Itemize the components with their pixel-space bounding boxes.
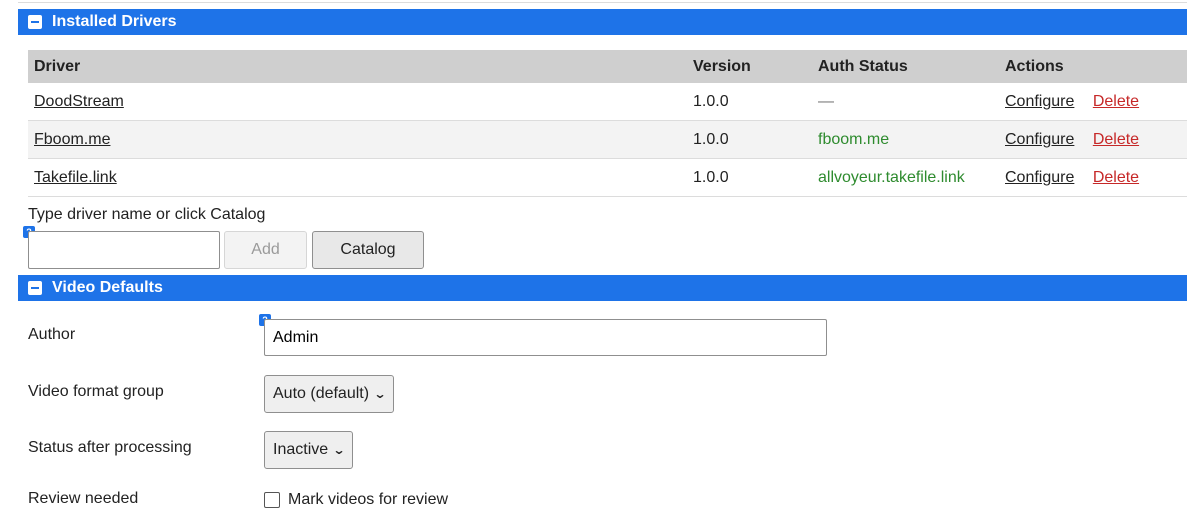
configure-link[interactable]: Configure <box>1005 169 1074 186</box>
collapse-icon[interactable] <box>28 15 42 29</box>
review-checkbox[interactable] <box>264 492 280 508</box>
auth-status: fboom.me <box>812 120 999 159</box>
configure-link[interactable]: Configure <box>1005 93 1074 110</box>
status-label: Status after processing <box>28 439 192 456</box>
video-defaults-title: Video Defaults <box>52 279 163 296</box>
table-header-row: Driver Version Auth Status Actions <box>28 50 1187 83</box>
column-header-auth-status: Auth Status <box>812 50 999 83</box>
author-label: Author <box>28 326 76 343</box>
column-header-actions: Actions <box>999 50 1187 83</box>
video-defaults-header[interactable]: Video Defaults <box>18 275 1187 301</box>
driver-link-fboom[interactable]: Fboom.me <box>34 131 110 148</box>
delete-link[interactable]: Delete <box>1093 169 1139 186</box>
author-input[interactable] <box>264 319 827 356</box>
driver-link-takefile[interactable]: Takefile.link <box>34 169 117 186</box>
auth-status: — <box>812 83 999 121</box>
table-row: DoodStream 1.0.0 — Configure Delete <box>28 83 1187 121</box>
driver-version: 1.0.0 <box>687 83 812 121</box>
driver-version: 1.0.0 <box>687 120 812 159</box>
catalog-button[interactable]: Catalog <box>312 231 424 269</box>
drivers-table: Driver Version Auth Status Actions DoodS… <box>28 50 1187 197</box>
table-row: Takefile.link 1.0.0 allvoyeur.takefile.l… <box>28 158 1187 197</box>
driver-version: 1.0.0 <box>687 158 812 197</box>
delete-link[interactable]: Delete <box>1093 131 1139 148</box>
column-header-version: Version <box>687 50 812 83</box>
format-group-value: Auto (default) <box>273 385 370 402</box>
status-value: Inactive <box>273 441 329 458</box>
installed-drivers-title: Installed Drivers <box>52 13 177 30</box>
review-label: Review needed <box>28 490 139 507</box>
collapse-icon[interactable] <box>28 281 42 295</box>
configure-link[interactable]: Configure <box>1005 131 1074 148</box>
table-row: Fboom.me 1.0.0 fboom.me Configure Delete <box>28 120 1187 159</box>
driver-link-doodstream[interactable]: DoodStream <box>34 93 124 110</box>
add-button[interactable]: Add <box>224 231 307 269</box>
auth-status: allvoyeur.takefile.link <box>812 158 999 197</box>
chevron-down-icon: ⌄ <box>373 387 387 401</box>
installed-drivers-header[interactable]: Installed Drivers <box>18 9 1187 35</box>
add-driver-hint: Type driver name or click Catalog <box>28 206 266 223</box>
status-select[interactable]: Inactive ⌄ <box>264 431 354 469</box>
chevron-down-icon: ⌄ <box>332 443 346 457</box>
column-header-driver: Driver <box>28 50 687 83</box>
format-group-label: Video format group <box>28 383 164 400</box>
delete-link[interactable]: Delete <box>1093 93 1139 110</box>
top-divider <box>18 2 1187 3</box>
review-checkbox-label[interactable]: Mark videos for review <box>288 491 448 509</box>
format-group-select[interactable]: Auto (default) ⌄ <box>264 375 395 413</box>
driver-name-input[interactable] <box>28 231 220 269</box>
